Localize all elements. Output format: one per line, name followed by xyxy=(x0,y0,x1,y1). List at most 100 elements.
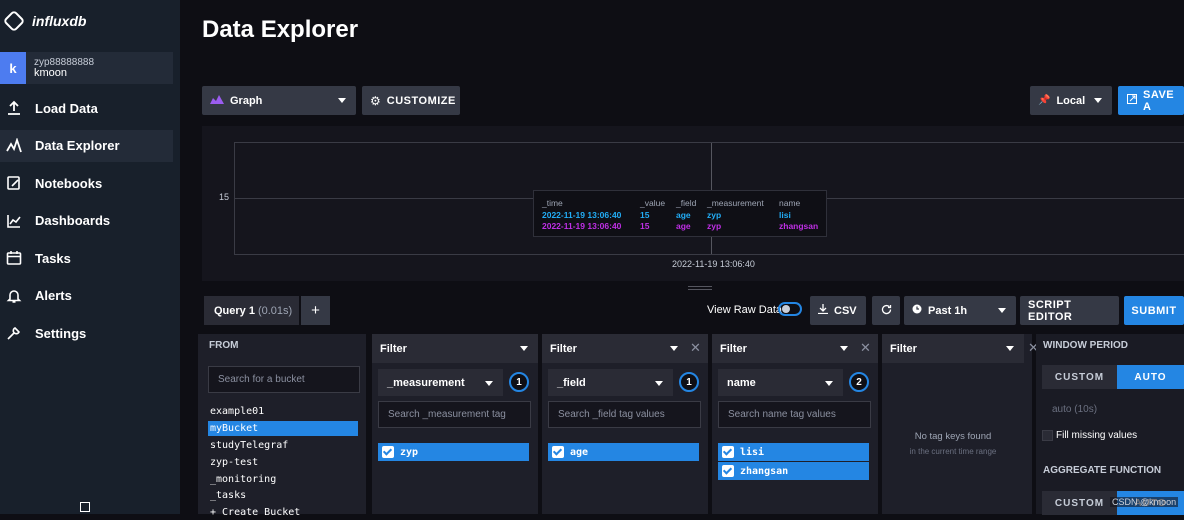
tooltip-row: 2022-11-19 13:06:40 15 age zyp lisi xyxy=(542,210,791,220)
sidebar-item-notebooks[interactable]: Notebooks xyxy=(0,167,173,199)
bucket-item[interactable]: example01 xyxy=(208,404,358,419)
script-editor-button[interactable]: SCRIPT EDITOR xyxy=(1020,296,1119,325)
sidebar-item-label: Tasks xyxy=(35,250,71,266)
checkbox-checked-icon xyxy=(382,446,394,458)
wrench-icon xyxy=(5,324,23,342)
from-card: FROM Search for a bucket example01 myBuc… xyxy=(198,334,366,518)
sidebar-item-label: Alerts xyxy=(35,288,72,303)
chevron-down-icon xyxy=(485,381,493,386)
chevron-down-icon xyxy=(655,381,663,386)
bucket-item[interactable]: _tasks xyxy=(208,488,358,503)
submit-button[interactable]: SUBMIT xyxy=(1124,296,1184,325)
window-custom-button[interactable]: CUSTOM xyxy=(1042,365,1117,389)
window-period-header: WINDOW PERIOD xyxy=(1043,340,1128,351)
tag-value-item[interactable]: age xyxy=(548,443,699,461)
window-auto-button[interactable]: AUTO xyxy=(1117,365,1184,389)
avatar: k xyxy=(0,52,26,84)
tag-key-dropdown[interactable]: name xyxy=(718,369,843,396)
bucket-item[interactable]: zyp-test xyxy=(208,455,358,470)
fill-missing-checkbox[interactable] xyxy=(1042,430,1053,441)
chevron-down-icon xyxy=(670,346,678,351)
customize-button[interactable]: ⚙ CUSTOMIZE xyxy=(362,86,460,115)
sidebar-item-data-explorer[interactable]: Data Explorer xyxy=(0,129,173,162)
notebook-icon xyxy=(5,174,23,192)
graph-tooltip: _time _value _field _measurement name 20… xyxy=(533,190,827,237)
tag-values-search-input[interactable]: Search name tag values xyxy=(718,401,871,428)
refresh-icon xyxy=(881,304,892,318)
chevron-down-icon xyxy=(840,346,848,351)
bucket-item[interactable]: studyTelegraf xyxy=(208,438,358,453)
close-icon[interactable]: ✕ xyxy=(690,340,701,356)
checkbox-checked-icon xyxy=(552,446,564,458)
chevron-down-icon xyxy=(998,308,1006,313)
tab-query-1[interactable]: Query 1 (0.01s) xyxy=(204,296,299,325)
add-query-button[interactable]: + xyxy=(301,296,330,325)
influxdb-logo[interactable]: influxdb xyxy=(2,9,86,33)
filter-function-dropdown[interactable]: Filter xyxy=(372,334,538,363)
influxdb-logo-icon xyxy=(2,9,26,33)
graph-type-dropdown[interactable]: Graph xyxy=(202,86,356,115)
pin-icon: 📌 xyxy=(1038,95,1051,106)
gear-icon: ⚙ xyxy=(370,93,381,108)
x-axis-tick: 2022-11-19 13:06:40 xyxy=(672,259,755,269)
tag-values-search-input[interactable]: Search _measurement tag xyxy=(378,401,531,428)
graph-line-icon xyxy=(5,137,23,155)
view-raw-data-toggle[interactable] xyxy=(778,302,802,316)
resize-handle[interactable] xyxy=(688,286,712,290)
upload-icon xyxy=(5,99,23,117)
sidebar-item-label: Notebooks xyxy=(35,175,103,191)
csv-button[interactable]: CSV xyxy=(810,296,866,325)
from-header: FROM xyxy=(209,340,239,351)
checkbox-checked-icon xyxy=(722,465,734,477)
bucket-item-selected[interactable]: myBucket xyxy=(208,421,358,436)
sidebar-item-label: Load Data xyxy=(35,100,98,116)
fill-missing-label: Fill missing values xyxy=(1056,430,1138,441)
bucket-search-input[interactable]: Search for a bucket xyxy=(208,366,360,393)
sidebar-item-dashboards[interactable]: Dashboards xyxy=(0,205,173,237)
tag-values-search-input[interactable]: Search _field tag values xyxy=(548,401,701,428)
time-range-dropdown[interactable]: Past 1h xyxy=(904,296,1016,325)
tag-key-dropdown[interactable]: _measurement xyxy=(378,369,503,396)
main-content: Data Explorer Graph ⚙ CUSTOMIZE 📌 Local … xyxy=(180,0,1184,518)
empty-state-text: No tag keys found xyxy=(914,431,992,442)
filter-function-dropdown[interactable]: Filter xyxy=(712,334,878,363)
aggregate-custom-button[interactable]: CUSTOM xyxy=(1042,491,1117,515)
user-widget[interactable]: k zyp88888888 kmoon xyxy=(0,52,173,84)
sidebar-item-load-data[interactable]: Load Data xyxy=(0,92,173,124)
create-bucket-link[interactable]: + Create Bucket xyxy=(208,505,358,520)
tag-value-item[interactable]: zhangsan xyxy=(718,462,869,480)
tag-key-dropdown[interactable]: _field xyxy=(548,369,673,396)
chevron-down-icon xyxy=(1006,346,1014,351)
filter-function-dropdown[interactable]: Filter xyxy=(542,334,708,363)
aggregate-function-header: AGGREGATE FUNCTION xyxy=(1043,465,1162,476)
auto-window-value: auto (10s) xyxy=(1052,404,1098,415)
view-raw-data-label: View Raw Data xyxy=(707,304,782,316)
refresh-button[interactable] xyxy=(872,296,900,325)
chevron-down-icon xyxy=(520,346,528,351)
close-icon[interactable]: ✕ xyxy=(860,340,871,356)
graph-panel[interactable]: 15 _time _value _field _measurement name… xyxy=(202,126,1184,281)
page-title: Data Explorer xyxy=(202,16,359,43)
chevron-down-icon xyxy=(338,98,346,103)
sidebar-item-label: Data Explorer xyxy=(35,138,120,153)
calendar-icon xyxy=(5,249,23,267)
tag-value-item[interactable]: lisi xyxy=(718,443,869,461)
sidebar-item-settings[interactable]: Settings xyxy=(0,317,173,349)
clock-icon xyxy=(912,304,922,317)
filter-card-empty: Filter ✕ No tag keys found in the curren… xyxy=(882,334,1039,514)
empty-state-subtext: in the current time range xyxy=(909,447,997,456)
sidebar-item-tasks[interactable]: Tasks xyxy=(0,242,173,274)
tooltip-row: 2022-11-19 13:06:40 15 age zyp zhangsan xyxy=(542,221,819,231)
sidebar-item-alerts[interactable]: Alerts xyxy=(0,280,173,312)
export-icon xyxy=(1127,94,1137,107)
sidebar: influxdb k zyp88888888 kmoon Load Data D… xyxy=(0,0,180,514)
plot-area[interactable]: _time _value _field _measurement name 20… xyxy=(234,142,1184,255)
timezone-dropdown[interactable]: 📌 Local xyxy=(1030,86,1112,115)
collapse-sidebar-icon[interactable] xyxy=(80,502,90,512)
filter-function-dropdown[interactable]: Filter xyxy=(882,334,1024,363)
tag-value-item[interactable]: zyp xyxy=(378,443,529,461)
bucket-item[interactable]: _monitoring xyxy=(208,472,358,487)
save-as-button[interactable]: SAVE A xyxy=(1118,86,1184,115)
watermark: CSDN @kmoon xyxy=(1110,497,1179,507)
selected-count-badge: 1 xyxy=(679,372,699,392)
